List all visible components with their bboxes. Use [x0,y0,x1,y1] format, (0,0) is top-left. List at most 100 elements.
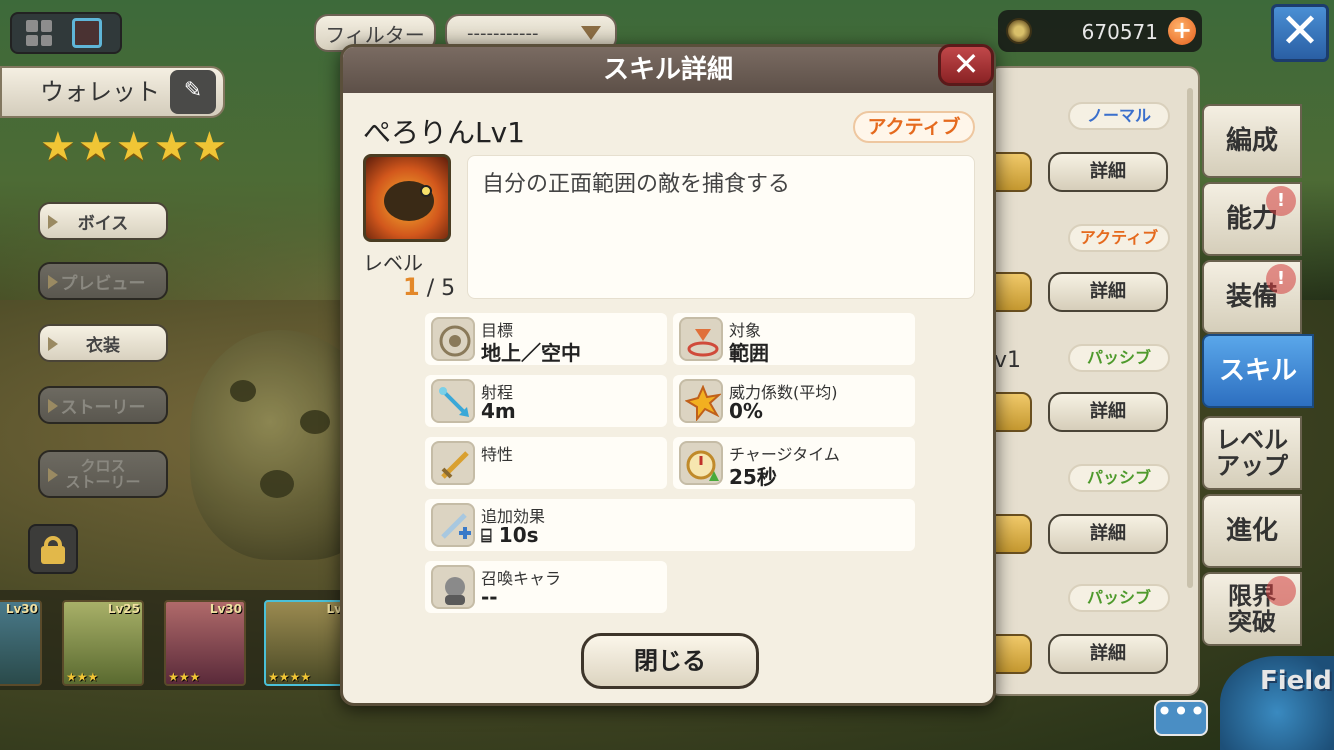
skill-detail-dialog: スキル詳細 ぺろりんLv1 アクティブ レベル 1 / 5 自分の正面範囲の敵を… [340,44,996,706]
skill-toggle-button[interactable] [990,272,1032,312]
character-level: Lv30 [209,602,242,616]
preview-button[interactable]: プレビュー [38,262,168,300]
stat-charge: チャージタイム 25秒 [673,437,915,489]
skill-row: ノーマル 詳細 [990,92,1200,212]
character-card[interactable]: Lv30 ★★★ [0,600,42,686]
tab-ability[interactable]: 能力! [1202,182,1302,256]
tab-skill[interactable]: スキル [1202,334,1314,408]
stat-target: 目標 地上／空中 [425,313,667,365]
play-icon [48,215,58,229]
stat-label: 特性 [481,445,514,464]
edit-name-button[interactable]: ✎ [170,70,216,114]
character-strip: Lv30 ★★★ Lv25 ★★★ Lv30 ★★★ Lv ★★★★ [0,590,346,690]
play-icon [48,337,58,351]
stat-summon: 召喚キャラ -- [425,561,667,613]
dialog-title: スキル詳細 [343,47,993,93]
stat-extra-effect: 追加効果 ⌸ 10s [425,499,915,551]
dropdown-value: ----------- [467,22,539,44]
stat-trait: 特性 [425,437,667,489]
menu-toggle-button[interactable] [10,12,122,54]
tab-label: 編成 [1225,126,1278,156]
alert-icon: ! [1266,264,1296,294]
explosion-icon [679,379,723,423]
tab-formation[interactable]: 編成 [1202,104,1302,178]
skill-row: パッシブ 詳細 [990,572,1200,692]
tab-label: 進化 [1225,516,1278,546]
voice-button[interactable]: ボイス [38,202,168,240]
scroll-icon: ⌸ [481,526,492,547]
skill-detail-button[interactable]: 詳細 [1048,634,1168,674]
cross-story-button[interactable]: クロス ストーリー [38,450,168,498]
level-count: 1 / 5 [403,273,455,301]
tab-level-up[interactable]: レベル アップ [1202,416,1302,490]
stat-scope: 対象 範囲 [673,313,915,365]
add-currency-icon[interactable]: + [1168,17,1196,45]
scrollbar[interactable] [1187,88,1193,588]
costume-button-label: 衣装 [86,335,120,356]
costume-button[interactable]: 衣装 [38,324,168,362]
skill-toggle-button[interactable] [990,392,1032,432]
coin-icon [1006,18,1032,44]
skill-icon [363,154,451,242]
tab-equipment[interactable]: 装備! [1202,260,1302,334]
summon-icon [431,565,475,609]
lock-button[interactable] [28,524,78,574]
skill-row: アクティブ 詳細 [990,212,1200,332]
voice-button-label: ボイス [77,213,129,234]
tab-evolve[interactable]: 進化 [1202,494,1302,568]
chat-button[interactable]: ••• [1154,698,1208,736]
character-card[interactable]: Lv30 ★★★ [164,600,246,686]
story-button[interactable]: ストーリー [38,386,168,424]
level-max: / 5 [426,276,456,301]
tab-limit-break[interactable]: 限界 突破 [1202,572,1302,646]
character-level: Lv25 [107,602,140,616]
skill-description: 自分の正面範囲の敵を捕食する [467,155,975,299]
chevron-down-icon [581,26,601,40]
character-card-selected[interactable]: Lv ★★★★ [264,600,346,686]
sword-plus-icon [431,503,475,547]
skill-type-badge: パッシブ [1068,584,1170,612]
skill-detail-button[interactable]: 詳細 [1048,272,1168,312]
play-icon [48,275,58,289]
skill-name: ぺろりんLv1 [363,116,525,149]
skill-type-badge: パッシブ [1068,464,1170,492]
stat-range: 射程 4m [425,375,667,427]
skill-type-badge: アクティブ [1068,224,1170,252]
square-icon [72,18,102,48]
character-card[interactable]: Lv25 ★★★ [62,600,144,686]
range-icon [431,379,475,423]
tab-label: スキル [1218,356,1297,386]
stat-value: 4m [481,399,516,423]
alert-icon: ! [1266,186,1296,216]
stat-value: -- [481,585,498,609]
skill-detail-button[interactable]: 詳細 [1048,514,1168,554]
level-current: 1 [403,273,420,301]
character-stars: ★★★ [66,670,99,684]
stat-power: 威力係数(平均) 0% [673,375,915,427]
currency-display: 670571 + [998,10,1202,52]
stat-value: 範囲 [729,341,769,365]
area-icon [679,317,723,361]
skill-toggle-button[interactable] [990,634,1032,674]
skill-toggle-button[interactable] [990,514,1032,554]
currency-value: 670571 [1081,20,1158,44]
skill-detail-button[interactable]: 詳細 [1048,392,1168,432]
grid-icon [26,20,52,46]
pencil-icon: ✎ [183,78,203,103]
close-dialog-button[interactable]: 閉じる [581,633,759,689]
stat-value: 0% [729,399,763,423]
close-screen-button[interactable]: ✕ [1271,4,1329,62]
target-icon [431,317,475,361]
close-icon[interactable]: ✕ [938,44,994,86]
story-button-label: ストーリー [60,397,146,418]
sword-icon [431,441,475,485]
level-label: レベル [363,251,423,275]
character-stars: ★★★ [168,670,201,684]
skill-detail-button[interactable]: 詳細 [1048,152,1168,192]
character-stars: ★★★★ [268,670,312,684]
play-icon [48,468,58,482]
alert-icon [1266,576,1296,606]
skill-type-badge: パッシブ [1068,344,1170,372]
stat-value: 10s [498,523,539,547]
skill-toggle-button[interactable] [990,152,1032,192]
